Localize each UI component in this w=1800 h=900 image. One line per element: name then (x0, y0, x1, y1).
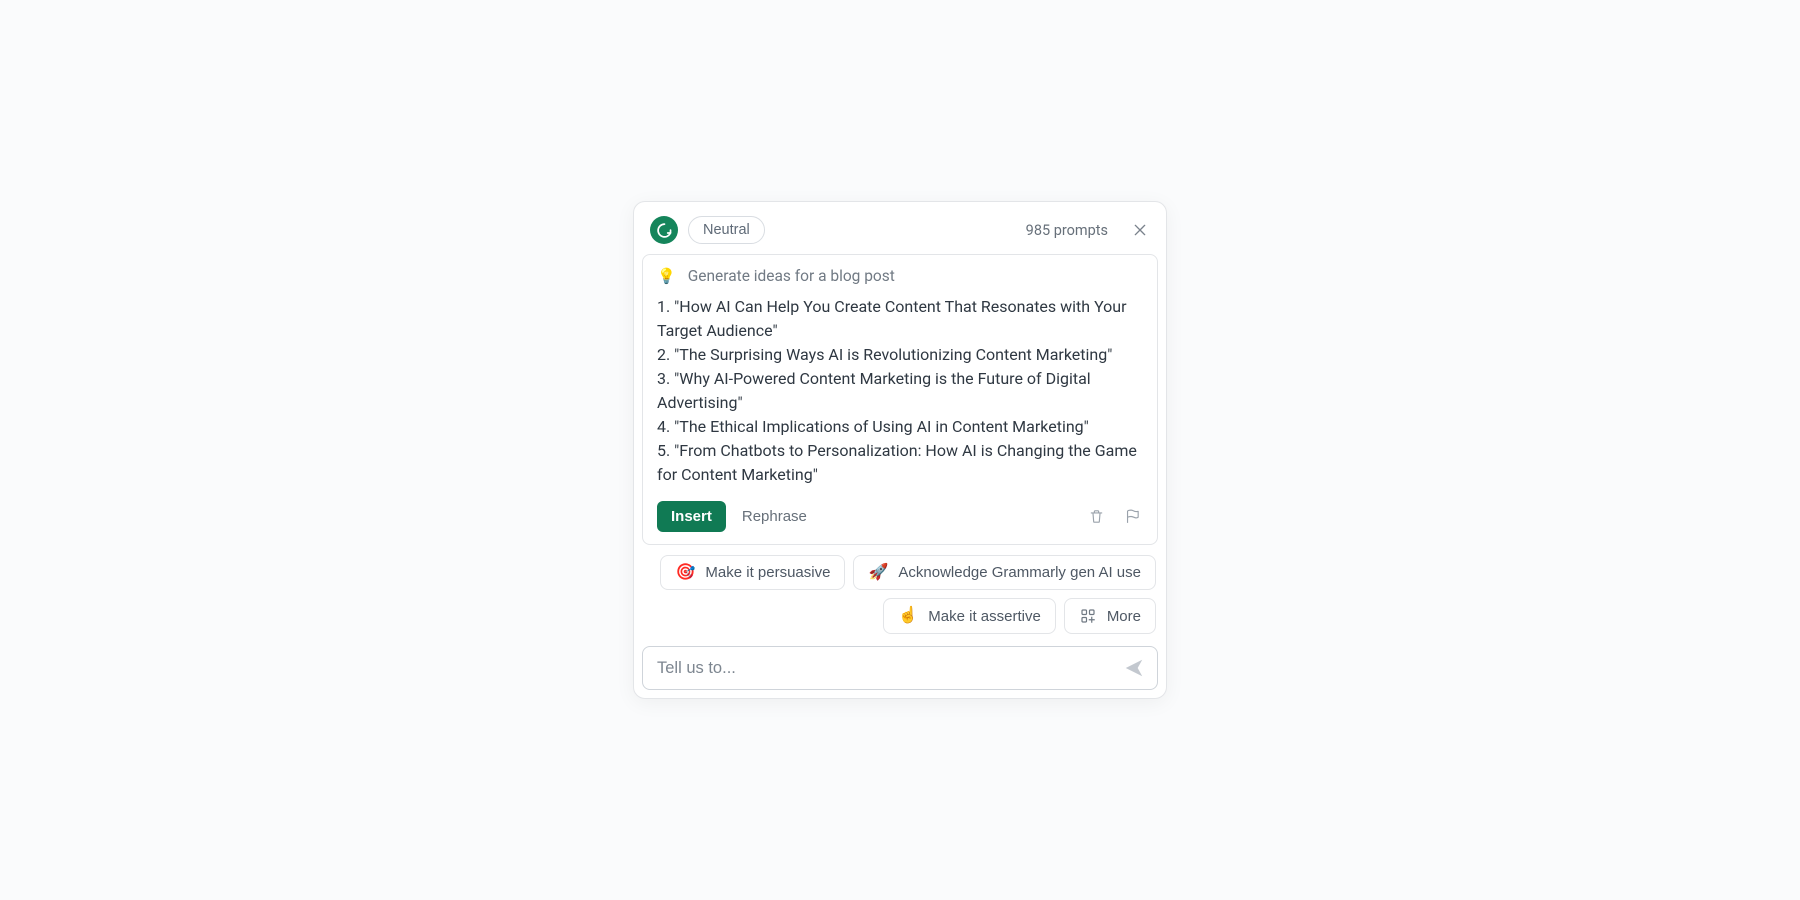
popup-header: Neutral 985 prompts (642, 210, 1158, 254)
chip-acknowledge[interactable]: 🚀 Acknowledge Grammarly gen AI use (853, 555, 1156, 590)
idea-item: 2. "The Surprising Ways AI is Revolution… (657, 343, 1143, 367)
grammarly-icon (656, 222, 673, 239)
grammarly-logo (650, 216, 678, 244)
chip-label: Make it assertive (928, 608, 1041, 625)
tone-selector[interactable]: Neutral (688, 216, 765, 244)
insert-button[interactable]: Insert (657, 501, 726, 532)
card-actions: Insert Rephrase (657, 501, 1143, 532)
lightbulb-icon: 💡 (657, 269, 676, 284)
card-title-row: 💡 Generate ideas for a blog post (657, 267, 1143, 285)
idea-item: 3. "Why AI-Powered Content Marketing is … (657, 367, 1143, 415)
result-card: 💡 Generate ideas for a blog post 1. "How… (642, 254, 1158, 545)
chip-label: Acknowledge Grammarly gen AI use (898, 564, 1141, 581)
ideas-list: 1. "How AI Can Help You Create Content T… (657, 295, 1143, 487)
chip-label: More (1107, 608, 1141, 625)
point-up-icon: ☝️ (898, 608, 918, 624)
rocket-icon: 🚀 (868, 565, 888, 581)
idea-item: 4. "The Ethical Implications of Using AI… (657, 415, 1143, 439)
chip-more[interactable]: More (1064, 598, 1156, 634)
send-icon (1123, 657, 1145, 679)
card-title: Generate ideas for a blog post (688, 267, 895, 285)
suggestion-chips: 🎯 Make it persuasive 🚀 Acknowledge Gramm… (642, 555, 1158, 634)
prompt-input-row (642, 646, 1158, 690)
flag-button[interactable] (1121, 506, 1143, 528)
flag-icon (1124, 508, 1141, 525)
prompts-count: 985 prompts (1026, 222, 1108, 239)
trash-icon (1088, 508, 1105, 525)
target-icon: 🎯 (675, 565, 695, 581)
idea-item: 5. "From Chatbots to Personalization: Ho… (657, 439, 1143, 487)
delete-button[interactable] (1085, 506, 1107, 528)
chip-persuasive[interactable]: 🎯 Make it persuasive (660, 555, 845, 590)
idea-item: 1. "How AI Can Help You Create Content T… (657, 295, 1143, 343)
close-icon (1132, 222, 1148, 238)
grid-plus-icon (1079, 607, 1097, 625)
chip-assertive[interactable]: ☝️ Make it assertive (883, 598, 1055, 634)
ai-assist-popup: Neutral 985 prompts 💡 Generate ideas for… (633, 201, 1167, 699)
close-button[interactable] (1130, 220, 1150, 240)
send-button[interactable] (1123, 657, 1145, 679)
chip-label: Make it persuasive (705, 564, 830, 581)
prompt-input[interactable] (657, 659, 1113, 678)
rephrase-button[interactable]: Rephrase (740, 502, 809, 531)
